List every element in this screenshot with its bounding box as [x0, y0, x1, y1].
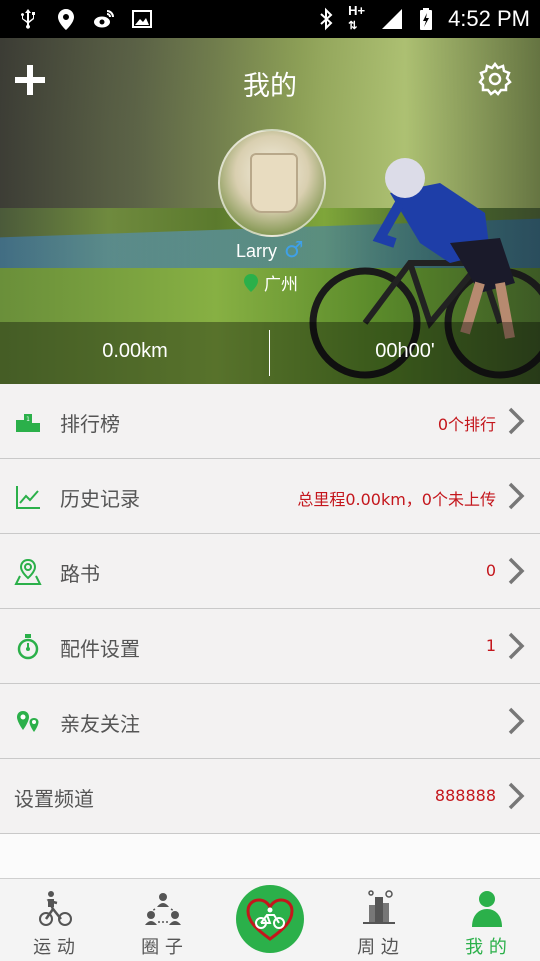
status-bar-right: H+ ⇅ 4:52 PM	[314, 4, 530, 33]
menu-item-history[interactable]: 历史记录 总里程0.00km，0个未上传	[0, 459, 540, 534]
add-button[interactable]	[12, 62, 48, 98]
chevron-right-icon	[508, 407, 525, 435]
signal-icon	[382, 8, 403, 29]
start-ride-button[interactable]	[236, 885, 304, 953]
bottom-tab-bar: 运 动 圈 子 周 边 我 的	[0, 878, 540, 961]
bluetooth-icon	[320, 7, 333, 30]
location-pair-icon	[17, 711, 39, 732]
tab-label: 运 动	[33, 937, 75, 958]
status-bar-left	[16, 7, 154, 31]
menu-list: 1 排行榜 0个排行 历史记录 总里程0.00km，0个未上传 路书 0 配件设…	[0, 384, 540, 834]
chevron-right-icon	[508, 632, 525, 660]
tab-label: 周 边	[357, 937, 399, 958]
group-icon	[145, 893, 181, 925]
usb-icon	[21, 9, 35, 29]
tab-nearby[interactable]: 周 边	[324, 879, 432, 961]
battery-charging-icon	[420, 7, 433, 30]
chevron-right-icon	[508, 707, 525, 735]
location-pin-icon	[58, 9, 74, 30]
map-pin-icon	[14, 558, 42, 585]
image-icon	[132, 10, 152, 28]
tab-label: 圈 子	[141, 937, 183, 958]
menu-item-accessories[interactable]: 配件设置 1	[0, 609, 540, 684]
menu-item-label: 历史记录	[60, 487, 140, 511]
chevron-right-icon	[508, 557, 525, 585]
menu-item-friends[interactable]: 亲友关注	[0, 684, 540, 759]
stats-bar: 0.00km 00h00'	[0, 322, 540, 384]
menu-item-value: 总里程0.00km，0个未上传	[297, 490, 496, 509]
hplus-network-icon: H+ ⇅	[348, 3, 366, 33]
svg-text:1: 1	[26, 416, 30, 423]
location: 广州	[244, 270, 298, 295]
menu-item-label: 路书	[60, 562, 100, 586]
settings-button[interactable]	[478, 62, 512, 96]
city-label: 广州	[264, 275, 298, 295]
gear-icon	[478, 62, 512, 96]
username: Larry	[236, 241, 278, 261]
cyclist-icon	[39, 891, 72, 926]
tab-label: 我 的	[465, 937, 507, 958]
page-title: 我的	[243, 71, 297, 102]
nearby-city-icon	[363, 890, 395, 924]
menu-item-label: 亲友关注	[60, 712, 140, 736]
menu-item-channel-settings[interactable]: 设置频道 888888	[0, 759, 540, 834]
avatar-image	[250, 153, 298, 213]
profile-header: 我的 Larry ♂ 广州 0.00km 00h00'	[0, 38, 540, 384]
podium-icon: 1	[16, 414, 40, 432]
status-time: 4:52 PM	[448, 5, 530, 31]
menu-item-leaderboard[interactable]: 1 排行榜 0个排行	[0, 384, 540, 459]
heart-bike-icon	[246, 898, 294, 941]
total-distance: 0.00km	[102, 340, 168, 362]
menu-item-label: 设置频道	[14, 787, 94, 811]
weibo-icon	[94, 10, 114, 28]
line-chart-icon	[16, 486, 40, 509]
person-icon	[472, 891, 502, 927]
menu-item-value: 0	[485, 561, 496, 580]
total-duration: 00h00'	[375, 340, 435, 362]
menu-item-roadbook[interactable]: 路书 0	[0, 534, 540, 609]
tab-circle[interactable]: 圈 子	[108, 879, 216, 961]
menu-item-value: 888888	[434, 786, 496, 805]
stopwatch-icon	[17, 634, 39, 660]
plus-icon	[15, 65, 45, 95]
status-bar: H+ ⇅ 4:52 PM	[0, 0, 540, 38]
avatar[interactable]	[218, 129, 326, 237]
menu-item-value: 0个排行	[437, 415, 496, 434]
gender-male-icon: ♂	[284, 238, 304, 263]
menu-item-label: 配件设置	[60, 637, 140, 661]
list-spacer	[0, 834, 540, 878]
chevron-right-icon	[508, 482, 525, 510]
tab-mine[interactable]: 我 的	[432, 879, 540, 961]
location-pin-icon	[244, 273, 258, 292]
menu-item-value: 1	[485, 636, 496, 655]
tab-sport[interactable]: 运 动	[0, 879, 108, 961]
chevron-right-icon	[508, 782, 525, 810]
menu-item-label: 排行榜	[60, 412, 120, 436]
